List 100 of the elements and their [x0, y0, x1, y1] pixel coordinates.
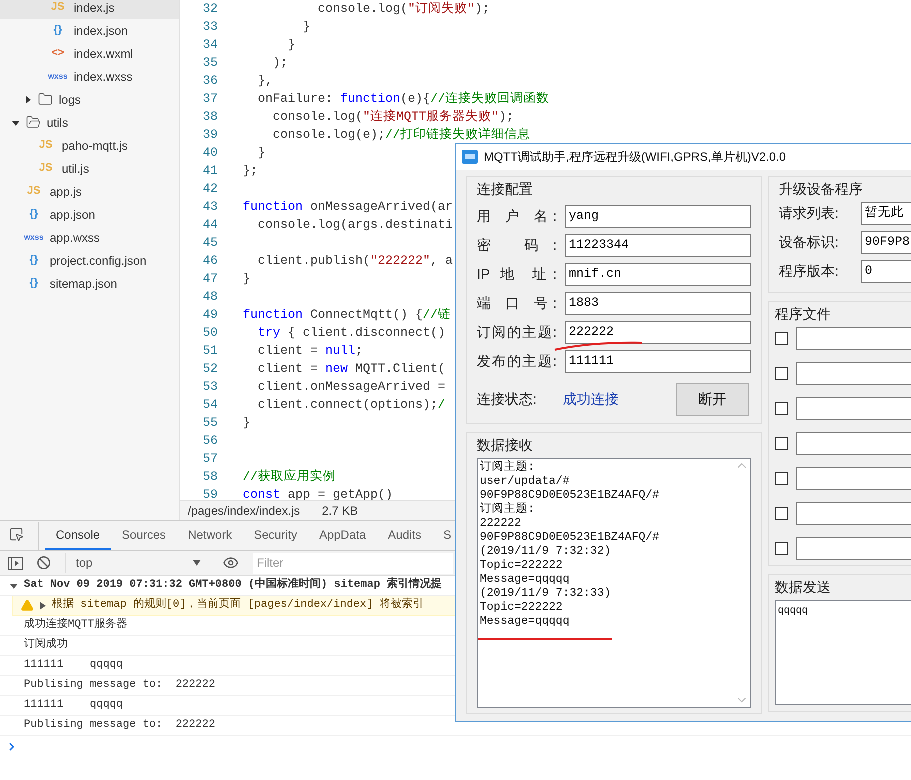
- group-title: 数据接收: [477, 436, 534, 455]
- received-line: Topic=222222: [480, 559, 563, 573]
- file-type-icon: {}: [24, 252, 44, 269]
- collapsed-arrow-icon[interactable]: [40, 602, 46, 610]
- received-line: 90F9P88C9D0E0523E1BZ4AFQ/#: [480, 489, 660, 502]
- devtools-tab[interactable]: S: [432, 522, 463, 550]
- checkbox[interactable]: [775, 367, 788, 380]
- line-number: 51: [202, 342, 218, 360]
- file-path-field[interactable]: [796, 432, 911, 455]
- checkbox[interactable]: [775, 472, 788, 485]
- clear-console-icon[interactable]: [37, 556, 51, 570]
- line-number: 59: [202, 486, 218, 500]
- line-number: 45: [202, 234, 218, 252]
- line-number: 33: [202, 18, 218, 36]
- checkbox[interactable]: [775, 542, 788, 555]
- file-path-field[interactable]: [796, 362, 911, 385]
- filter-field[interactable]: Filter: [253, 552, 453, 574]
- line-number: 56: [202, 432, 218, 450]
- file-path-field[interactable]: [796, 502, 911, 525]
- code-line: function ConnectMqtt() {//链: [243, 306, 452, 324]
- received-line: Message=qqqqq: [480, 573, 570, 587]
- folder-icon: [26, 115, 41, 130]
- code-line: try { client.disconnect(): [257, 324, 446, 342]
- file-item[interactable]: JS paho-mqtt.js: [0, 134, 179, 157]
- folder-item[interactable]: logs: [0, 88, 179, 111]
- expanded-arrow-icon[interactable]: [12, 118, 20, 126]
- receive-text-area[interactable]: 订阅主题: user/updata/# 90F9P88C9D0E0523E1BZ4AFQ/# 订阅主题: 222222 90F9P88C9D0E0523E1BZ4AFQ/# (2019/11/9 7:32:32) Topic=222222 Message=qqqqq (2019/11/9 7:32:33) Topic=222222 Message=qqqqq: [477, 458, 751, 708]
- code-line: onFailure: function(e){//连接失败回调函数: [257, 90, 550, 108]
- send-text-area[interactable]: qqqqq: [775, 600, 911, 705]
- code-line: }: [243, 270, 251, 288]
- text-field[interactable]: 11223344: [565, 234, 751, 257]
- field-label: 用 户 名:: [477, 207, 557, 226]
- text-field[interactable]: 90F9P8: [861, 231, 911, 254]
- disconnect-button[interactable]: 断开: [676, 383, 749, 416]
- app-icon: [462, 150, 478, 164]
- connection-status: 成功连接: [563, 390, 619, 409]
- file-item[interactable]: JS util.js: [0, 157, 179, 180]
- line-number: 39: [202, 126, 218, 144]
- checkbox[interactable]: [775, 332, 788, 345]
- window-title: MQTT调试助手,程序远程升级(WIFI,GPRS,单片机)V2.0.0: [484, 149, 786, 166]
- code-line: }: [302, 18, 311, 36]
- file-item[interactable]: {} app.json: [0, 203, 179, 226]
- status-label: 连接状态:: [477, 390, 538, 409]
- devtools-tab[interactable]: Security: [243, 522, 308, 550]
- file-path-field[interactable]: [796, 537, 911, 560]
- field-label: 设备标识:: [779, 233, 840, 252]
- folder-icon: [38, 92, 53, 107]
- text-field[interactable]: 0: [861, 260, 911, 283]
- file-path-field[interactable]: [796, 467, 911, 490]
- console-message: Publising message to: 222222: [24, 718, 216, 734]
- context-select[interactable]: top: [65, 553, 205, 573]
- inspect-icon[interactable]: [9, 527, 24, 542]
- code-line: console.log(e);//打印链接失败详细信息: [272, 126, 531, 144]
- eye-icon[interactable]: [223, 555, 239, 571]
- text-field[interactable]: 111111: [565, 350, 751, 373]
- file-path-field[interactable]: [796, 397, 911, 420]
- file-path-field[interactable]: [796, 327, 911, 350]
- file-item[interactable]: {} sitemap.json: [0, 272, 179, 295]
- received-line: 90F9P88C9D0E0523E1BZ4AFQ/#: [480, 531, 660, 545]
- line-number: 57: [202, 450, 218, 468]
- line-number: 46: [202, 252, 218, 270]
- checkbox[interactable]: [775, 437, 788, 450]
- sidebar-toggle-icon[interactable]: [8, 556, 23, 570]
- file-item[interactable]: wxss app.wxss: [0, 226, 179, 249]
- text-field[interactable]: 暂无此: [861, 202, 911, 225]
- code-line: client.publish("222222", a: [257, 252, 454, 270]
- line-number: 49: [202, 306, 218, 324]
- text-field[interactable]: yang: [565, 205, 751, 228]
- collapsed-arrow-icon[interactable]: [24, 96, 32, 104]
- devtools-tab[interactable]: Audits: [377, 522, 432, 550]
- file-path: /pages/index/index.js: [188, 502, 300, 520]
- file-type-icon: <>: [48, 45, 68, 62]
- file-type-icon: {}: [24, 275, 44, 292]
- line-number: 42: [202, 180, 218, 198]
- devtools-tab[interactable]: AppData: [308, 522, 378, 550]
- received-line: (2019/11/9 7:32:32): [480, 545, 612, 559]
- devtools-tab[interactable]: Sources: [111, 522, 178, 550]
- line-number: 41: [202, 162, 218, 180]
- folder-item[interactable]: utils: [0, 111, 179, 134]
- checkbox[interactable]: [775, 507, 788, 520]
- file-item[interactable]: {} project.config.json: [0, 249, 179, 272]
- received-line: 222222: [480, 517, 522, 531]
- code-line: console.log("连接MQTT服务器失败");: [272, 108, 514, 126]
- field-label: 端 口 号:: [477, 294, 557, 313]
- devtools-tab[interactable]: Network: [177, 522, 244, 550]
- text-field[interactable]: mnif.cn: [565, 263, 751, 286]
- file-item[interactable]: JS app.js: [0, 180, 179, 203]
- file-item[interactable]: <> index.wxml: [0, 42, 179, 65]
- console-message: Publising message to: 222222: [24, 678, 216, 694]
- code-line: //获取应用实例: [243, 468, 336, 486]
- received-line: Message=qqqqq: [480, 615, 570, 629]
- text-field[interactable]: 222222: [565, 321, 751, 344]
- file-item[interactable]: {} index.json: [0, 19, 179, 42]
- file-item[interactable]: JS index.js: [0, 0, 179, 19]
- code-line: }: [243, 414, 251, 432]
- text-field[interactable]: 1883: [565, 292, 751, 315]
- group-title: 数据发送: [775, 578, 832, 597]
- file-item[interactable]: wxss index.wxss: [0, 65, 179, 88]
- checkbox[interactable]: [775, 402, 788, 415]
- code-line: console.log("订阅失败");: [317, 0, 490, 18]
